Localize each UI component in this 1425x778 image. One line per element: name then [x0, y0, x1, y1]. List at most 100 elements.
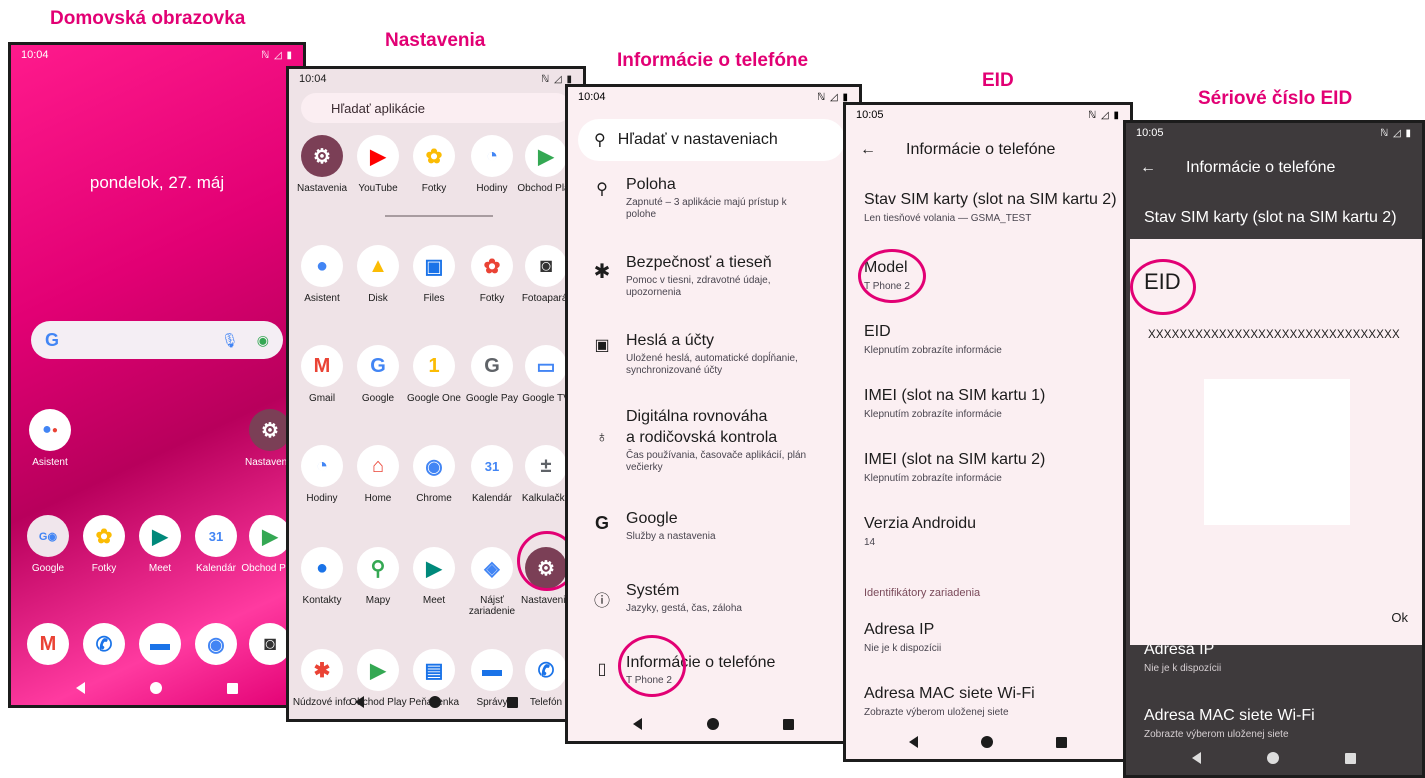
- drawer-app[interactable]: ◉ Chrome: [403, 445, 465, 504]
- settings-item-system[interactable]: ⓘ Systém Jazyky, gestá, čas, záloha: [582, 581, 853, 625]
- drawer-app[interactable]: ✿ Fotky: [403, 135, 465, 194]
- nav-bar: [1126, 741, 1422, 775]
- nav-bar: [289, 685, 583, 719]
- step-title-serial: Sériové číslo EID: [1198, 88, 1353, 109]
- accounts-icon: ▣: [594, 337, 610, 354]
- dock-chrome[interactable]: ◉: [185, 623, 247, 671]
- app-photos[interactable]: ✿ Fotky: [73, 515, 135, 574]
- info-item-ip-address[interactable]: Adresa IP Nie je k dispozícii: [864, 621, 1126, 654]
- drawer-app[interactable]: ⚲ Mapy: [347, 547, 409, 606]
- info-item-title: Model: [864, 259, 908, 276]
- app-label: Kontakty: [302, 595, 342, 606]
- dock-messages[interactable]: ▬: [129, 623, 191, 671]
- google-search-bar[interactable]: G 🎙 ◉: [31, 321, 283, 359]
- back-icon[interactable]: [1192, 752, 1201, 764]
- dock-gmail[interactable]: M: [17, 623, 79, 671]
- page-title: Informácie o telefóne: [906, 141, 1056, 158]
- step-title-about: Informácie o telefóne: [617, 50, 809, 71]
- back-arrow-icon[interactable]: ←: [1140, 159, 1156, 177]
- settings-item-accounts[interactable]: ▣ Heslá a účty Uložené heslá, automatick…: [582, 331, 853, 391]
- info-item-subtitle: T Phone 2: [864, 281, 910, 292]
- settings-item-wellbeing[interactable]: ♁ Digitálna rovnováha a rodičovská kontr…: [582, 407, 853, 483]
- drawer-app[interactable]: ✿ Fotky: [461, 245, 523, 304]
- eid-barcode: [1204, 379, 1350, 525]
- app-label: YouTube: [358, 183, 398, 194]
- camera-icon: ◙: [249, 623, 291, 665]
- info-item-title: Adresa MAC siete Wi-Fi: [864, 685, 1035, 702]
- ok-button[interactable]: Ok: [1391, 610, 1408, 625]
- step-title-eid: EID: [982, 70, 1014, 91]
- home-icon[interactable]: [150, 682, 162, 694]
- emergency-icon: ✱: [593, 261, 611, 283]
- settings-item-safety[interactable]: ✱ Bezpečnosť a tieseň Pomoc v tiesni, zd…: [582, 253, 853, 313]
- settings-item-about-phone[interactable]: ▯ Informácie o telefóne T Phone 2: [582, 653, 853, 697]
- dock-phone[interactable]: ✆: [73, 623, 135, 671]
- back-arrow-icon[interactable]: ←: [860, 141, 876, 159]
- recents-icon[interactable]: [227, 682, 238, 694]
- drawer-app[interactable]: 31 Kalendár: [461, 445, 523, 504]
- drawer-app[interactable]: ● Asistent: [291, 245, 353, 304]
- eid-dialog: EID XXXXXXXXXXXXXXXXXXXXXXXXXXXXXXXX Ok: [1130, 239, 1422, 645]
- recents-icon[interactable]: [1345, 752, 1356, 764]
- info-item-imei-1[interactable]: IMEI (slot na SIM kartu 1) Klepnutím zob…: [864, 387, 1126, 420]
- back-icon[interactable]: [909, 736, 918, 748]
- back-icon[interactable]: [354, 696, 364, 708]
- app-icon: ▶: [525, 135, 567, 177]
- app-calendar[interactable]: 31 Kalendár: [185, 515, 247, 574]
- drawer-app[interactable]: G Google Pay: [461, 345, 523, 404]
- drawer-app[interactable]: 1 Google One: [403, 345, 465, 404]
- drawer-app[interactable]: ● Kontakty: [291, 547, 353, 606]
- info-item-android-version[interactable]: Verzia Androidu 14: [864, 515, 1126, 548]
- settings-item-subtitle: Pomoc v tiesni, zdravotné údaje, upozorn…: [626, 275, 771, 298]
- app-search-input[interactable]: Hľadať aplikácie: [301, 93, 571, 123]
- info-item-subtitle: Len tiesňové volania — GSMA_TEST: [864, 213, 1032, 224]
- drawer-app[interactable]: ▲ Disk: [347, 245, 409, 304]
- home-icon[interactable]: [1267, 752, 1279, 764]
- drawer-app[interactable]: M Gmail: [291, 345, 353, 404]
- app-label: Home: [364, 493, 392, 504]
- settings-item-title: Digitálna rovnováha: [626, 408, 768, 425]
- lens-icon[interactable]: ◉: [257, 332, 269, 349]
- app-assistant[interactable]: ● ● Asistent: [19, 409, 81, 468]
- settings-item-google[interactable]: G Google Služby a nastavenia: [582, 509, 853, 553]
- dialog-title: EID: [1144, 269, 1181, 294]
- gmail-icon: M: [27, 623, 69, 665]
- recents-icon[interactable]: [1056, 736, 1067, 748]
- drawer-app[interactable]: ◈ Nájsť zariadenie: [461, 547, 523, 617]
- recents-icon[interactable]: [783, 718, 795, 730]
- settings-item-title-line2: a rodičovská kontrola: [626, 429, 778, 446]
- drawer-app[interactable]: G Google: [347, 345, 409, 404]
- home-icon[interactable]: [429, 696, 441, 708]
- info-item-model[interactable]: Model T Phone 2: [864, 259, 1126, 292]
- back-icon[interactable]: [632, 718, 642, 730]
- phone-settings: 10:04 ℕ ◿ ▮ ⚲ Hľadať v nastaveniach ⚲ Po…: [565, 84, 862, 744]
- eid-value: XXXXXXXXXXXXXXXXXXXXXXXXXXXXXXXX: [1148, 329, 1400, 341]
- info-item-imei-2[interactable]: IMEI (slot na SIM kartu 2) Klepnutím zob…: [864, 451, 1126, 484]
- app-google-folder[interactable]: G◉ Google: [17, 515, 79, 574]
- assistant-icon: ● ●: [29, 409, 71, 451]
- drawer-app[interactable]: ◔ Hodiny: [461, 135, 523, 194]
- back-icon[interactable]: [76, 682, 85, 694]
- app-icon: G: [357, 345, 399, 387]
- settings-search-input[interactable]: ⚲ Hľadať v nastaveniach: [578, 119, 845, 161]
- info-item-eid[interactable]: EID Klepnutím zobrazíte informácie: [864, 323, 1126, 356]
- drawer-app[interactable]: ⌂ Home: [347, 445, 409, 504]
- info-item-subtitle: Klepnutím zobrazíte informácie: [864, 409, 1002, 420]
- info-item-sim-status[interactable]: Stav SIM karty (slot na SIM kartu 2) Len…: [864, 191, 1126, 224]
- app-icon: 31: [471, 445, 513, 487]
- drawer-app[interactable]: ◔ Hodiny: [291, 445, 353, 504]
- home-icon[interactable]: [706, 718, 719, 730]
- drawer-app[interactable]: ▶ Meet: [403, 547, 465, 606]
- settings-item-location[interactable]: ⚲ Poloha Zapnuté – 3 aplikácie majú prís…: [582, 175, 853, 235]
- app-meet[interactable]: ▶ Meet: [129, 515, 191, 574]
- app-icon: ⚲: [357, 547, 399, 589]
- info-item-wifi-mac[interactable]: Adresa MAC siete Wi-Fi Zobrazte výberom …: [864, 685, 1126, 718]
- app-icon: ⚙: [525, 547, 567, 589]
- home-icon[interactable]: [981, 736, 993, 748]
- drawer-app[interactable]: ▶ YouTube: [347, 135, 409, 194]
- drawer-app[interactable]: ⚙ Nastavenia: [291, 135, 353, 194]
- drawer-app[interactable]: ▣ Files: [403, 245, 465, 304]
- recents-icon[interactable]: [506, 696, 518, 708]
- mic-icon[interactable]: 🎙: [221, 332, 239, 349]
- app-icon: ✿: [413, 135, 455, 177]
